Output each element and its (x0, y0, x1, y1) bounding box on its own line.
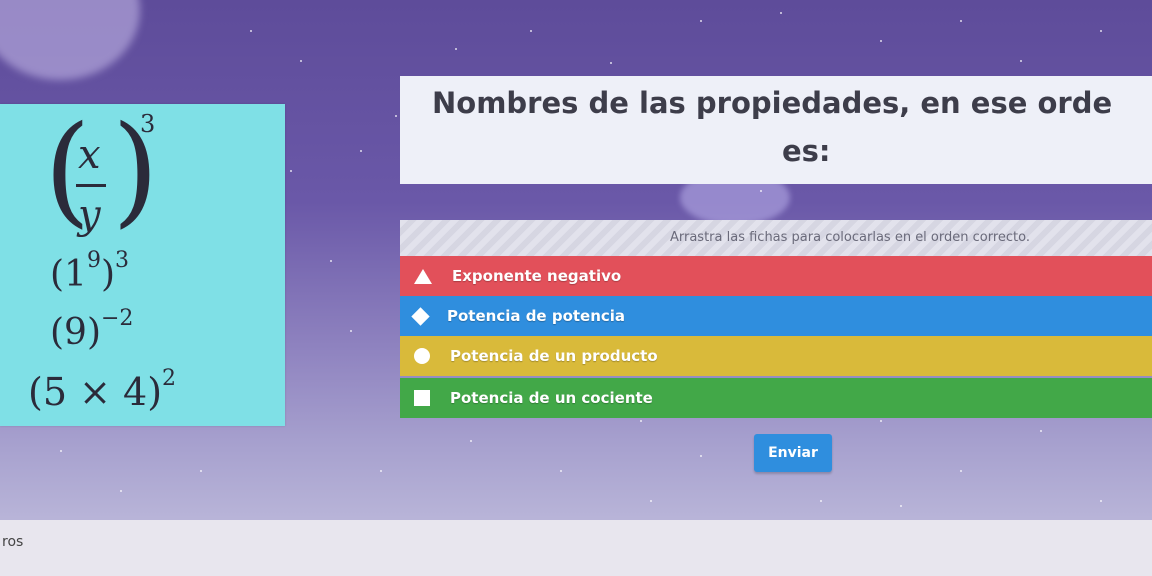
exponent: 3 (140, 110, 156, 138)
exponent: 2 (162, 366, 177, 392)
star (350, 330, 352, 332)
star (560, 470, 562, 472)
star (700, 20, 702, 22)
star (610, 62, 612, 64)
footer-text: ros (2, 534, 24, 550)
star (760, 190, 762, 192)
star (200, 470, 202, 472)
footer-bar: ros (0, 520, 1152, 576)
star (960, 470, 962, 472)
circle-icon (414, 348, 430, 364)
star (650, 500, 652, 502)
base: 9 (64, 312, 87, 353)
diamond-icon (411, 306, 430, 326)
question-panel: Nombres de las propiedades, en ese orde … (400, 76, 1152, 184)
fraction-bar (76, 184, 106, 187)
tile-potencia-de-potencia[interactable]: Potencia de potencia (400, 296, 1152, 336)
question-title-continued: es: (782, 134, 831, 168)
background-glow (0, 0, 140, 80)
tile-potencia-de-un-cociente[interactable]: Potencia de un cociente (400, 378, 1152, 418)
base: 5 × 4 (42, 370, 148, 414)
star (1040, 430, 1042, 432)
star (1100, 500, 1102, 502)
star (470, 440, 472, 442)
tile-label: Exponente negativo (452, 267, 622, 285)
exponent: 3 (115, 248, 129, 273)
star (700, 455, 702, 457)
star (360, 150, 362, 152)
star (880, 40, 882, 42)
triangle-icon (414, 268, 432, 284)
star (250, 30, 252, 32)
star (395, 115, 397, 117)
star (455, 48, 457, 50)
instruction-bar: Arrastra las fichas para colocarlas en e… (400, 220, 1152, 258)
star (530, 30, 532, 32)
star (1020, 60, 1022, 62)
star (120, 490, 122, 492)
square-icon (414, 390, 430, 406)
star (820, 500, 822, 502)
base: 1 (64, 254, 87, 295)
tile-exponente-negativo[interactable]: Exponente negativo (400, 256, 1152, 296)
expression-power-of-power: (19)3 (50, 248, 129, 295)
star (290, 170, 292, 172)
expression-power-of-product: (5 × 4)2 (28, 366, 177, 414)
star (640, 420, 642, 422)
inner-exponent: 9 (86, 248, 101, 273)
question-title: Nombres de las propiedades, en ese orde (432, 86, 1113, 120)
star (1100, 30, 1102, 32)
star (300, 60, 302, 62)
star (960, 20, 962, 22)
numerator: x (78, 132, 101, 178)
submit-button[interactable]: Enviar (754, 434, 832, 472)
star (380, 470, 382, 472)
expression-negative-exponent: (9)−2 (50, 306, 134, 353)
expression-quotient-power: ( x y ) 3 (40, 110, 180, 260)
instruction-text: Arrastra las fichas para colocarlas en e… (669, 230, 1030, 245)
tile-label: Potencia de un producto (450, 347, 658, 365)
star (60, 450, 62, 452)
tile-potencia-de-un-producto[interactable]: Potencia de un producto (400, 336, 1152, 376)
tile-label: Potencia de un cociente (450, 389, 653, 407)
star (880, 420, 882, 422)
star (780, 12, 782, 14)
tile-label: Potencia de potencia (447, 307, 626, 325)
expressions-panel: ( x y ) 3 (19)3 (9)−2 (5 × 4)2 (0, 104, 285, 426)
star (330, 260, 332, 262)
star (900, 505, 902, 507)
denominator: y (78, 192, 101, 238)
exponent: −2 (101, 306, 134, 331)
